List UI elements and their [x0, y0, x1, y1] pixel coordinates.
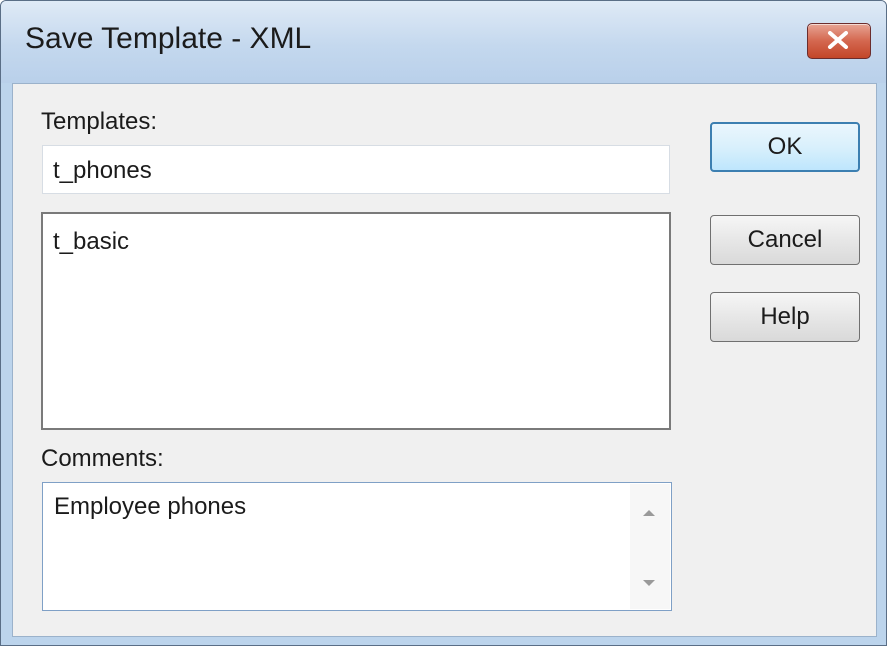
comments-textarea[interactable]: Employee phones: [42, 482, 672, 611]
dialog-body: Templates: t_phones t_basic Comments: Em…: [12, 83, 877, 637]
close-button[interactable]: [807, 23, 871, 59]
title-bar[interactable]: Save Template - XML: [1, 1, 886, 83]
scroll-down-icon[interactable]: [643, 580, 655, 586]
comments-scrollbar[interactable]: [630, 484, 670, 609]
templates-list[interactable]: t_basic: [41, 212, 671, 430]
help-button[interactable]: Help: [710, 292, 860, 342]
template-name-value: t_phones: [53, 157, 152, 184]
dialog-window: Save Template - XML Templates: t_phones …: [0, 0, 887, 646]
template-name-input[interactable]: t_phones: [42, 145, 670, 194]
ok-button[interactable]: OK: [710, 122, 860, 172]
scroll-up-icon[interactable]: [643, 510, 655, 516]
cancel-button[interactable]: Cancel: [710, 215, 860, 265]
templates-label: Templates:: [41, 108, 158, 135]
close-icon: [828, 31, 848, 49]
list-item[interactable]: t_basic: [53, 226, 129, 258]
comments-value: Employee phones: [54, 493, 247, 520]
comments-label: Comments:: [41, 445, 164, 472]
window-title: Save Template - XML: [25, 22, 312, 55]
